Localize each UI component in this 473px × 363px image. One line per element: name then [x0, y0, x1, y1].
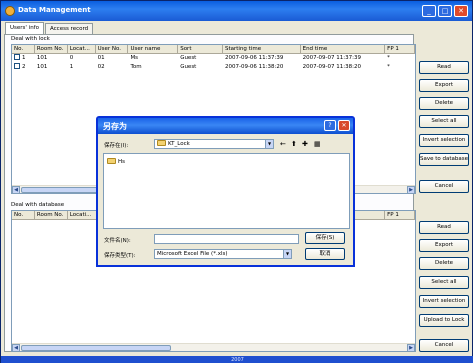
scroll-right-icon[interactable]: ▶: [407, 186, 415, 193]
close-icon[interactable]: ✕: [454, 5, 468, 17]
upload-to-lock-button[interactable]: Upload to Lock: [419, 314, 469, 327]
database-group-label: Deal with database: [11, 202, 65, 208]
filename-label: 文件名(N):: [104, 238, 131, 244]
read-button[interactable]: Read: [419, 61, 469, 74]
table-cell: 2: [22, 64, 26, 70]
close-icon[interactable]: ✕: [338, 120, 350, 131]
minimize-icon[interactable]: _: [422, 5, 436, 17]
up-folder-icon[interactable]: ⬆: [291, 140, 297, 148]
horizontal-scrollbar[interactable]: ◀ ▶: [12, 343, 415, 351]
cancel-button[interactable]: 取消: [305, 248, 345, 260]
taskbar: 2007: [1, 356, 473, 363]
invert-selection-button[interactable]: Invert selection: [419, 134, 469, 147]
table-cell: 1: [69, 64, 74, 70]
save-button[interactable]: 保存(S): [305, 232, 345, 244]
app-icon: [5, 6, 15, 16]
scroll-left-icon[interactable]: ◀: [12, 344, 20, 351]
window-titlebar[interactable]: Data Management _ □ ✕: [1, 1, 472, 21]
filetype-value: Microsoft Excel File (*.xls): [157, 251, 228, 257]
help-icon[interactable]: ?: [324, 120, 336, 131]
table-cell: 2007-09-07 11:38:20: [302, 64, 361, 70]
scroll-right-icon[interactable]: ▶: [407, 344, 415, 351]
scroll-thumb[interactable]: [21, 345, 171, 351]
filetype-label: 保存类型(T):: [104, 253, 136, 259]
table-cell: *: [387, 55, 390, 61]
dialog-titlebar[interactable]: 另存为 ? ✕: [98, 118, 353, 134]
folder-icon: [157, 140, 166, 146]
table-cell: Tom: [130, 64, 142, 70]
table-cell: Ms: [130, 55, 139, 61]
table-cell: Guest: [180, 55, 197, 61]
read-button[interactable]: Read: [419, 221, 469, 234]
dialog-title: 另存为: [103, 122, 127, 131]
export-button[interactable]: Export: [419, 79, 469, 92]
chevron-down-icon[interactable]: ▼: [265, 140, 273, 148]
save-in-select[interactable]: KT_Lock ▼: [154, 139, 274, 149]
filename-input[interactable]: [154, 234, 299, 244]
column-header[interactable]: User name: [128, 45, 179, 53]
table-row[interactable]: 2 101 1 02 Tom Guest 2007-09-06 11:38:20…: [12, 63, 415, 72]
save-as-dialog: 另存为 ? ✕ 保存在(I): KT_Lock ▼ ← ⬆ ✚ ▦ Hs 文件名…: [96, 116, 355, 267]
column-header[interactable]: User No.: [96, 45, 129, 53]
maximize-icon[interactable]: □: [438, 5, 452, 17]
save-in-value: KT_Lock: [168, 141, 190, 147]
new-folder-icon[interactable]: ✚: [302, 140, 308, 148]
cancel-button[interactable]: Cancel: [419, 180, 469, 193]
folder-name: Hs: [118, 159, 126, 165]
window-title: Data Management: [18, 6, 91, 14]
lock-grid-header: No. Room No. Locat... User No. User name…: [12, 45, 415, 54]
table-cell: 101: [36, 64, 48, 70]
filetype-select[interactable]: Microsoft Excel File (*.xls) ▼: [154, 249, 292, 259]
table-cell: 1: [22, 55, 26, 61]
save-to-database-button[interactable]: Save to database: [419, 153, 469, 166]
column-header[interactable]: No.: [12, 211, 35, 219]
table-row[interactable]: 1 101 0 01 Ms Guest 2007-09-06 11:37:39 …: [12, 54, 415, 63]
column-header[interactable]: Locat...: [68, 45, 96, 53]
export-button[interactable]: Export: [419, 239, 469, 252]
delete-button[interactable]: Delete: [419, 97, 469, 110]
table-cell: 02: [97, 64, 105, 70]
tab-access-record[interactable]: Access record: [44, 23, 94, 34]
row-checkbox[interactable]: [14, 63, 20, 69]
table-cell: 0: [69, 55, 74, 61]
folder-icon: [107, 158, 116, 164]
list-item[interactable]: Hs: [107, 158, 125, 165]
table-cell: 01: [97, 55, 105, 61]
table-cell: 2007-09-06 11:37:39: [224, 55, 284, 61]
column-header[interactable]: No.: [12, 45, 35, 53]
chevron-down-icon[interactable]: ▼: [283, 250, 291, 258]
file-list[interactable]: Hs: [103, 153, 350, 229]
column-header[interactable]: Sort: [178, 45, 223, 53]
window-controls: _ □ ✕: [422, 5, 468, 17]
cancel-button[interactable]: Cancel: [419, 339, 469, 352]
save-in-label: 保存在(I):: [104, 143, 129, 149]
view-menu-icon[interactable]: ▦: [314, 140, 321, 148]
table-cell: *: [387, 64, 390, 70]
column-header[interactable]: End time: [301, 45, 386, 53]
column-header[interactable]: FP 1: [385, 211, 415, 219]
table-cell: 2007-09-07 11:37:39: [302, 55, 361, 61]
lock-group-label: Deal with lock: [11, 36, 50, 42]
table-cell: Guest: [180, 64, 197, 70]
table-cell: 101: [36, 55, 48, 61]
dialog-controls: ? ✕: [324, 120, 350, 131]
tab-strip: Users' info Access record: [5, 22, 94, 34]
row-checkbox[interactable]: [14, 54, 20, 60]
back-icon[interactable]: ←: [280, 140, 286, 148]
delete-button[interactable]: Delete: [419, 257, 469, 270]
tab-users-info[interactable]: Users' info: [5, 22, 44, 34]
scroll-left-icon[interactable]: ◀: [12, 186, 20, 193]
column-header[interactable]: FP 1: [385, 45, 415, 53]
column-header[interactable]: Room No.: [35, 45, 68, 53]
select-all-button[interactable]: Select all: [419, 115, 469, 128]
select-all-button[interactable]: Select all: [419, 276, 469, 289]
invert-selection-button[interactable]: Invert selection: [419, 295, 469, 308]
table-cell: 2007-09-06 11:38:20: [224, 64, 284, 70]
column-header[interactable]: Starting time: [223, 45, 301, 53]
column-header[interactable]: Room No.: [35, 211, 68, 219]
